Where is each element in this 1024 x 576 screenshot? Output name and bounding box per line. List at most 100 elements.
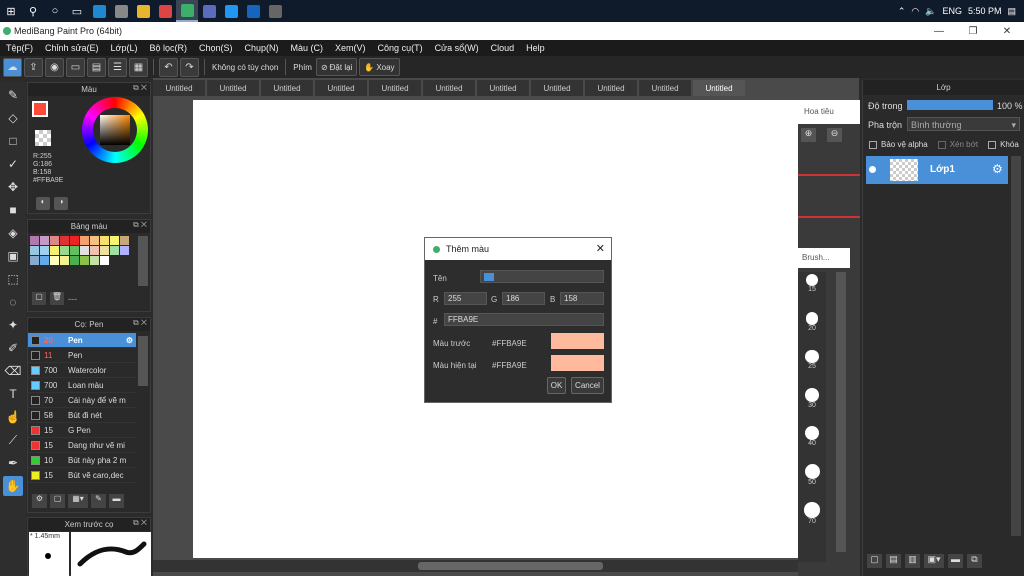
eye-icon[interactable] [869,166,876,173]
language-indicator[interactable]: ENG [942,6,962,16]
saturation-square[interactable] [100,115,130,145]
palette-swatch[interactable] [30,236,39,245]
document-tab[interactable]: Untitled [261,80,313,96]
palette-swatch[interactable] [100,246,109,255]
horizontal-scrollbar[interactable] [153,560,853,572]
redo-icon[interactable]: ↷ [180,57,199,77]
document-tab[interactable]: Untitled [531,80,583,96]
brush-size-option[interactable]: 30 [798,388,826,426]
volume-icon[interactable]: 🔈 [925,6,936,17]
menu-item[interactable]: Chỉnh sửa(E) [45,43,99,53]
brush-size-option[interactable]: 15 [798,274,826,312]
add-layer-menu-icon[interactable]: ▣▾ [924,554,944,568]
clip-checkbox[interactable] [937,140,946,149]
bucket-tool-icon[interactable]: ◈ [3,223,23,243]
new-layer-icon[interactable]: ▢ [867,554,882,568]
menu-item[interactable]: Công cụ(T) [378,43,423,53]
minimize-button[interactable]: — [922,22,956,40]
operation-tool-icon[interactable]: ☝ [3,407,23,427]
document-tab[interactable]: Untitled [423,80,475,96]
menu-item[interactable]: Lớp(L) [111,43,138,53]
ok-button[interactable]: OK [547,377,566,394]
transparent-color[interactable] [35,130,51,146]
brush-item[interactable]: 58 Bút đi nét [28,408,136,423]
divide-tool-icon[interactable]: ⟋ [3,430,23,450]
brush-item[interactable]: 700 Watercolor [28,363,136,378]
select-eraser-icon[interactable]: ⌫ [3,361,23,381]
palette-swatch[interactable] [40,236,49,245]
gradient-tool-icon[interactable]: ▣ [3,246,23,266]
palette-swatch[interactable] [100,236,109,245]
palette-swatch[interactable] [90,256,99,265]
notification-icon[interactable]: ▤ [1007,6,1016,17]
message-icon[interactable]: ▭ [66,57,85,77]
palette-swatch[interactable] [120,236,129,245]
menu-item[interactable]: Màu (C) [291,43,324,53]
share-icon[interactable]: ⇪ [24,57,43,77]
r-field[interactable]: 255 [444,292,487,305]
layer-scrollbar[interactable] [1011,156,1021,536]
brush-tool-icon[interactable]: ✎ [3,85,23,105]
menu-item[interactable]: Cửa sổ(W) [435,43,479,53]
eraser-tool-icon[interactable]: ◇ [3,108,23,128]
folder-icon[interactable]: ▬ [948,554,963,568]
rectangle-tool-icon[interactable]: □ [3,131,23,151]
brush-edit-icon[interactable]: ✎ [91,494,106,508]
close-icon[interactable]: ⧉ ✕ [133,518,147,528]
cortana-icon[interactable]: ○ [44,0,66,22]
color-wheel[interactable] [82,97,148,163]
start-icon[interactable]: ⊞ [0,0,22,22]
palette-scrollbar[interactable] [138,236,148,286]
add-brush-icon[interactable]: ⚙ [32,494,47,508]
brush-size-list[interactable]: 15 20 25 30 40 50 70 [798,272,826,562]
hex-field[interactable]: FFBA9E [444,313,604,326]
document-tab[interactable]: Untitled [369,80,421,96]
menu-item[interactable]: Help [526,43,545,53]
layer-row[interactable]: Lớp1 ⚙ [866,156,1008,184]
chevron-up-icon[interactable]: ⌃ [898,6,906,17]
brush-item[interactable]: 10 Bút này pha 2 m [28,453,136,468]
teams-taskbar-icon[interactable] [198,0,220,22]
zoom-in-icon[interactable]: ⊕ [801,128,816,142]
brush-item[interactable]: 15 Bút vẽ caro,dec [28,468,136,483]
brush-size-option[interactable]: 20 [798,312,826,350]
brush-item[interactable]: 700 Loan màu [28,378,136,393]
document-icon[interactable]: ▤ [87,57,106,77]
close-button[interactable]: ✕ [990,22,1024,40]
medibang-taskbar-icon[interactable] [176,0,198,22]
palette-swatch[interactable] [40,256,49,265]
palette-swatch[interactable] [30,246,39,255]
gear-icon[interactable]: ⚙ [992,162,1003,176]
palette-swatch[interactable] [80,256,89,265]
menu-item[interactable]: Chọn(S) [199,43,233,53]
camera-taskbar-icon[interactable] [264,0,286,22]
b-field[interactable]: 158 [560,292,604,305]
fill-rect-tool-icon[interactable]: ■ [3,200,23,220]
close-icon[interactable]: ⧉ ✕ [133,220,147,230]
palette-swatch[interactable] [50,246,59,255]
menu-item[interactable]: Bộ lọc(R) [149,43,187,53]
lock-checkbox[interactable] [988,140,997,149]
palette-swatch[interactable] [60,246,69,255]
task-view-icon[interactable]: ▭ [66,0,88,22]
brush-size-option[interactable]: 40 [798,426,826,464]
palette-swatch[interactable] [70,236,79,245]
palette-swatch[interactable] [120,246,129,255]
cloud-icon[interactable]: ☁ [3,57,22,77]
hand-tool-icon[interactable]: ✋ [3,476,23,496]
trash-icon[interactable]: 🗑 [50,292,64,305]
lasso-tool-icon[interactable]: ◌ [3,292,23,312]
new-brush-icon[interactable]: ▢ [50,494,65,508]
palette-add-icon[interactable]: ◐ [36,197,50,210]
palette-swatch[interactable] [60,236,69,245]
document-tab[interactable]: Untitled [693,80,745,96]
menu-item[interactable]: Xem(V) [335,43,366,53]
close-icon[interactable]: ✕ [596,242,605,255]
select-tool-icon[interactable]: ⬚ [3,269,23,289]
menu-item[interactable]: Chụp(N) [245,43,279,53]
pen-tool-icon[interactable]: ✓ [3,154,23,174]
palette-settings-icon[interactable]: ◑ [54,197,68,210]
palette-swatch[interactable] [50,236,59,245]
palette-swatch[interactable] [50,256,59,265]
palette-swatch[interactable] [60,256,69,265]
